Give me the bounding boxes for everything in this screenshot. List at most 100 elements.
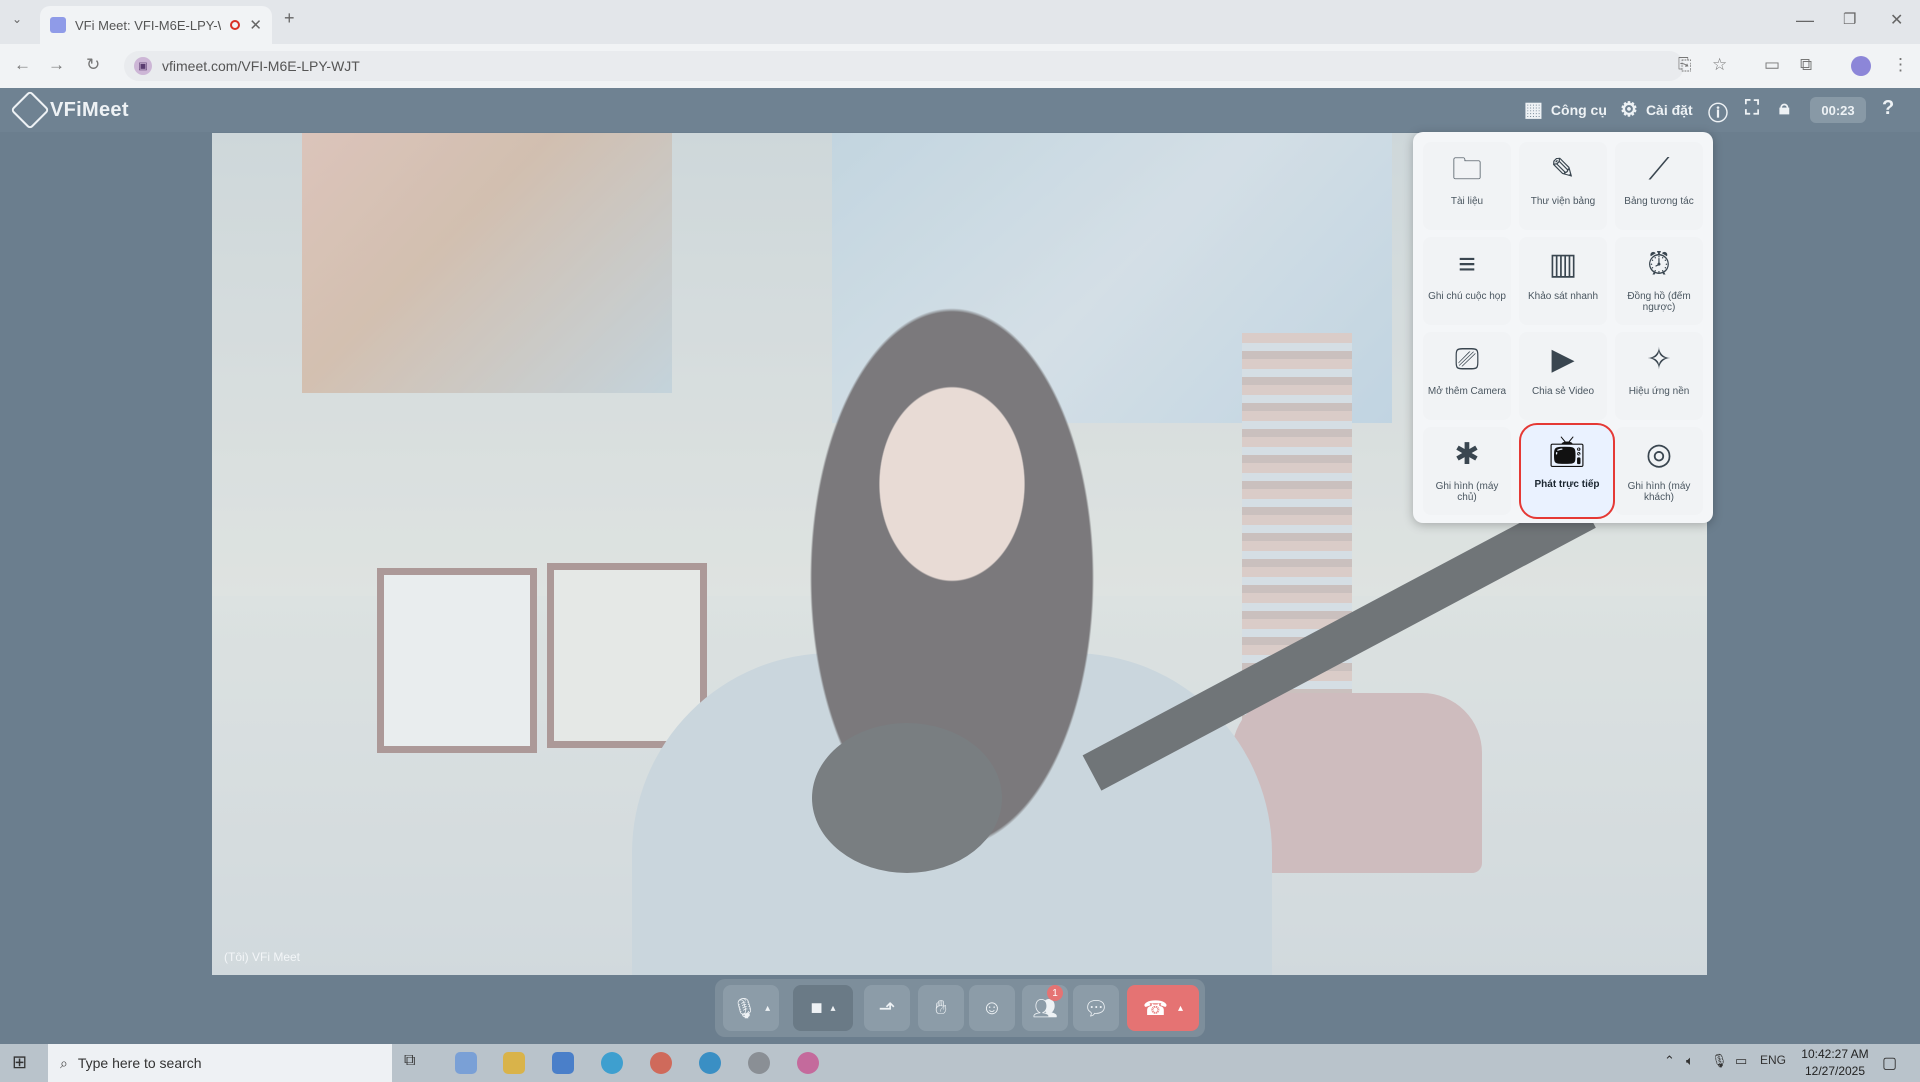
poll-icon: ▥ (1548, 248, 1578, 281)
tool-add-camera[interactable]: ⎚ Mở thêm Camera (1423, 332, 1511, 420)
taskbar-search-placeholder: Type here to search (77, 1055, 202, 1071)
mic-tray-icon[interactable]: 🎙︎ (1711, 1053, 1728, 1069)
server-record-icon: ✱ (1454, 438, 1480, 471)
notes-icon: ≡ (1458, 248, 1476, 281)
pencil-ruler-icon: ✎ (1550, 153, 1576, 186)
tool-live-stream[interactable]: 📺︎ Phát trực tiếp (1519, 423, 1615, 519)
chrome-profile-icon[interactable] (748, 1052, 770, 1074)
hang-up-icon: ☎ (1143, 997, 1168, 1020)
magic-wand-icon: ✧ (1646, 343, 1672, 376)
whiteboard-icon: ⟋ (1648, 153, 1670, 186)
tab-list-chevron-icon[interactable]: ⌄ (12, 12, 22, 26)
mic-button[interactable]: 🎙︎ ▴ (723, 985, 779, 1031)
chrome-icon[interactable] (650, 1052, 672, 1074)
info-button[interactable]: ⓘ (1708, 97, 1728, 126)
tab-title: VFi Meet: VFI-M6E-LPY-WJT (75, 17, 221, 33)
camera-options-chevron-icon[interactable]: ▴ (831, 1003, 836, 1014)
tool-documents[interactable]: 🗀 Tài liệu (1423, 142, 1511, 230)
extensions-icon[interactable]: ⧉ (1800, 55, 1812, 75)
tools-label: Công cụ (1550, 101, 1607, 118)
fullscreen-icon: ⛶ (1745, 97, 1759, 119)
add-camera-icon: ⎚ (1455, 343, 1479, 376)
tool-client-recording[interactable]: ◎ Ghi hình (máy khách) (1615, 427, 1703, 515)
camera-icon: ■ (810, 996, 823, 1019)
language-indicator[interactable]: ENG (1760, 1053, 1786, 1067)
taskbar-search-box[interactable]: ⌕ Type here to search (48, 1044, 392, 1082)
logo-text: VFiMeet (50, 98, 129, 121)
tools-menu: 🗀 Tài liệu ✎ Thư viện bảng ⟋ Bảng tương tác… (1413, 132, 1713, 523)
tool-board-library[interactable]: ✎ Thư viện bảng (1519, 142, 1607, 230)
screen-share-button[interactable]: ⬏ (864, 985, 910, 1031)
info-icon: ⓘ (1708, 103, 1728, 125)
profile-avatar-icon[interactable] (1851, 56, 1871, 76)
tray-chevron-icon[interactable]: ⌃ (1664, 1053, 1675, 1069)
copilot-icon[interactable] (455, 1052, 477, 1074)
windows-start-icon[interactable]: ⊞ (12, 1052, 27, 1073)
browser-tab[interactable]: VFi Meet: VFI-M6E-LPY-WJT ✕ (40, 6, 272, 44)
tool-background-effects[interactable]: ✧ Hiệu ứng nền (1615, 332, 1703, 420)
reactions-button[interactable]: ☺ (969, 985, 1015, 1031)
vfimeet-logo: VFiMeet (10, 90, 129, 130)
tools-button[interactable]: ▦ Công cụ (1524, 97, 1607, 122)
gear-icon: ⚙ (1620, 99, 1638, 121)
participants-count-badge: 1 (1047, 985, 1063, 1001)
task-view-icon[interactable]: ⧉ (404, 1052, 426, 1074)
edge-browser-icon[interactable] (601, 1052, 623, 1074)
reload-icon[interactable]: ↻ (86, 55, 100, 75)
address-bar[interactable]: ▣ vfimeet.com/VFI-M6E-LPY-WJT (124, 51, 1684, 81)
network-icon[interactable]: ▭ (1735, 1053, 1747, 1069)
volume-icon[interactable]: 🔈︎ (1686, 1053, 1694, 1069)
browser-menu-icon[interactable]: ⋮ (1892, 55, 1909, 75)
cast-icon[interactable]: ▭ (1764, 55, 1780, 75)
lock-button[interactable]: 🔒︎ (1779, 97, 1790, 120)
favicon-icon (50, 17, 66, 33)
minimize-window-icon[interactable]: — (1796, 10, 1814, 31)
chat-icon: 💬︎ (1083, 997, 1109, 1020)
site-info-icon[interactable]: ▣ (134, 57, 152, 75)
logo-mark-icon (10, 90, 50, 130)
live-tv-icon: 📺︎ (1547, 436, 1587, 469)
restore-window-icon[interactable]: ❐ (1843, 10, 1856, 28)
leave-options-chevron-icon[interactable]: ▴ (1178, 1003, 1183, 1014)
microsoft-store-icon[interactable] (552, 1052, 574, 1074)
settings-label: Cài đặt (1645, 101, 1693, 118)
install-app-icon[interactable]: ⎘ (1678, 55, 1692, 75)
hand-icon: ✋︎ (935, 996, 947, 1019)
help-button[interactable]: ? (1882, 97, 1894, 120)
clock-date: 12/27/2025 (1804, 1064, 1866, 1078)
tool-quick-poll[interactable]: ▥ Khảo sát nhanh (1519, 237, 1607, 325)
chrome-active-icon[interactable] (797, 1052, 819, 1074)
lock-icon: 🔒︎ (1779, 97, 1790, 119)
back-icon[interactable]: ← (14, 55, 31, 75)
bookmark-star-icon[interactable]: ☆ (1712, 55, 1727, 75)
notifications-icon[interactable]: ▢ (1882, 1053, 1897, 1073)
alarm-clock-icon: ⏰︎ (1647, 248, 1671, 281)
screen-share-icon: ⬏ (878, 997, 896, 1020)
taskbar-clock[interactable]: 10:42:27 AM 12/27/2025 (1795, 1044, 1875, 1082)
microphone-icon: 🎙︎ (731, 997, 758, 1020)
close-window-icon[interactable]: ✕ (1890, 10, 1903, 30)
camera-button[interactable]: ■ ▴ (793, 985, 853, 1031)
telegram-icon[interactable] (699, 1052, 721, 1074)
tool-interactive-board[interactable]: ⟋ Bảng tương tác (1615, 142, 1703, 230)
search-icon: ⌕ (60, 1054, 68, 1071)
tool-countdown[interactable]: ⏰︎ Đồng hồ (đếm ngược) (1615, 237, 1703, 325)
tab-close-icon[interactable]: ✕ (249, 16, 262, 34)
tool-meeting-notes[interactable]: ≡ Ghi chú cuộc họp (1423, 237, 1511, 325)
chat-button[interactable]: 💬︎ (1073, 985, 1119, 1031)
tool-server-recording[interactable]: ✱ Ghi hình (máy chủ) (1423, 427, 1511, 515)
forward-icon[interactable]: → (48, 55, 65, 75)
share-video-icon: ▶ (1551, 343, 1575, 376)
fullscreen-button[interactable]: ⛶ (1745, 97, 1759, 120)
raise-hand-button[interactable]: ✋︎ (918, 985, 964, 1031)
settings-button[interactable]: ⚙ Cài đặt (1620, 97, 1693, 122)
mic-options-chevron-icon[interactable]: ▴ (765, 1003, 770, 1014)
client-record-icon: ◎ (1645, 438, 1673, 471)
tool-share-video[interactable]: ▶ Chia sẻ Video (1519, 332, 1607, 420)
file-explorer-icon[interactable] (503, 1052, 525, 1074)
clock-time: 10:42:27 AM (1801, 1047, 1869, 1061)
url-text: vfimeet.com/VFI-M6E-LPY-WJT (162, 58, 360, 74)
leave-call-button[interactable]: ☎ ▴ (1127, 985, 1199, 1031)
new-tab-button[interactable]: + (284, 8, 295, 29)
help-icon: ? (1882, 97, 1895, 119)
